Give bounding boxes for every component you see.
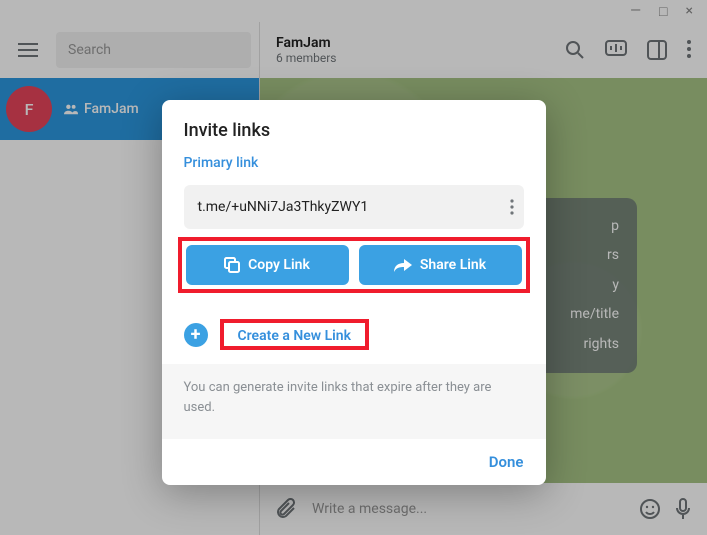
primary-link-label: Primary link — [184, 155, 524, 171]
link-more-icon[interactable] — [510, 199, 514, 215]
primary-link-field[interactable]: t.me/+uNNi7Ja3ThkyZWY1 — [184, 185, 524, 229]
plus-icon: + — [184, 323, 208, 347]
invite-links-dialog: Invite links Primary link t.me/+uNNi7Ja3… — [162, 100, 546, 485]
create-link-label: Create a New Link — [238, 328, 352, 344]
dialog-footer: Done — [162, 439, 546, 485]
share-link-button[interactable]: Share Link — [359, 245, 522, 285]
create-link-highlight: Create a New Link — [220, 319, 370, 350]
copy-icon — [224, 257, 240, 273]
share-icon — [394, 258, 412, 272]
done-button[interactable]: Done — [489, 453, 524, 471]
create-link-row[interactable]: + Create a New Link — [162, 305, 546, 364]
copy-link-button[interactable]: Copy Link — [186, 245, 349, 285]
primary-link-value: t.me/+uNNi7Ja3ThkyZWY1 — [198, 199, 369, 215]
modal-overlay[interactable]: Invite links Primary link t.me/+uNNi7Ja3… — [0, 0, 707, 535]
link-actions-highlight: Copy Link Share Link — [178, 237, 530, 293]
dialog-title: Invite links — [184, 120, 524, 141]
create-link-description: You can generate invite links that expir… — [162, 364, 546, 439]
